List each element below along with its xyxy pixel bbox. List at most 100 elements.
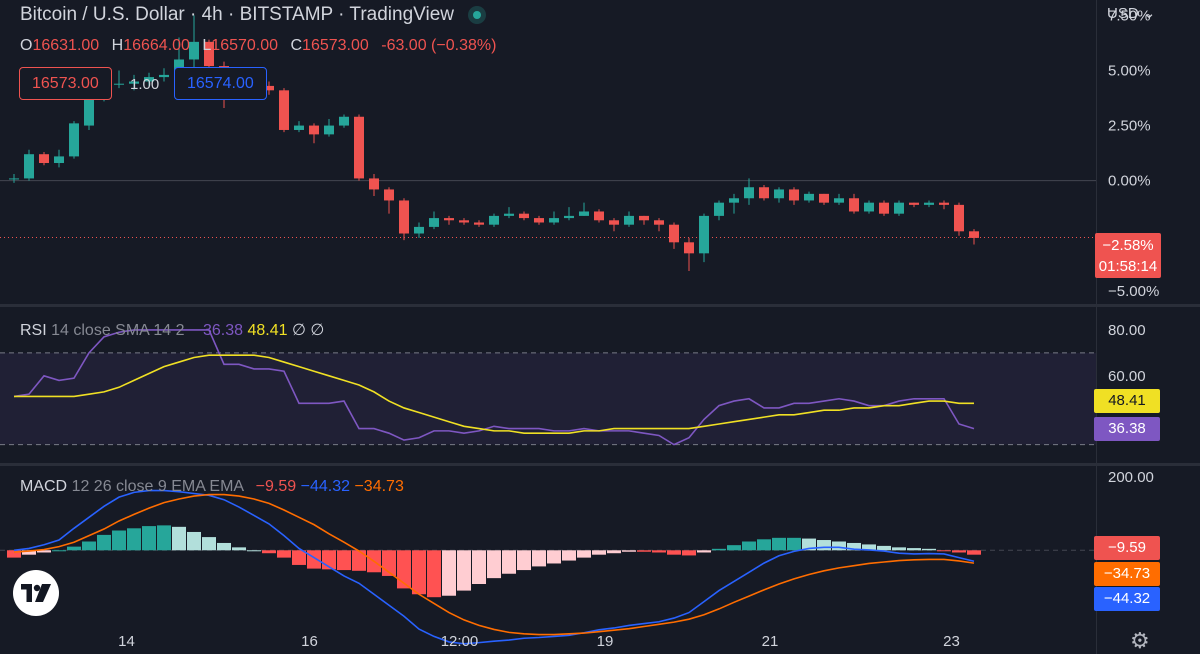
macd-histogram-bar (112, 530, 126, 551)
bar-countdown: 01:58:14 (1098, 258, 1158, 275)
candle-body (924, 202, 934, 205)
rsi-name: RSI (20, 322, 47, 339)
candle (894, 200, 904, 216)
time-axis-tick: 21 (762, 633, 779, 650)
symbol-title[interactable]: Bitcoin / U.S. Dollar · 4h · BITSTAMP · … (20, 4, 454, 26)
candle-body (864, 202, 874, 212)
macd-histogram-bar (157, 525, 171, 551)
candle (564, 207, 574, 221)
candle (339, 114, 349, 128)
tradingview-logo[interactable] (13, 570, 59, 616)
close-value: 16573.00 (302, 37, 369, 54)
buy-button[interactable]: 16574.00 (174, 67, 267, 100)
candle (699, 213, 709, 263)
high-value: 16664.00 (123, 37, 190, 54)
macd-histogram-bar (817, 540, 831, 551)
candle-body (489, 215, 499, 225)
macd-histogram-bar (562, 550, 576, 561)
candle-body (294, 125, 304, 130)
candle-body (504, 213, 514, 216)
candle (654, 218, 664, 232)
candle-body (804, 193, 814, 201)
candle (549, 211, 559, 225)
candle-body (459, 220, 469, 223)
macd-histogram-bar (937, 550, 951, 552)
candle (834, 193, 844, 205)
macd-histogram-bar (622, 550, 636, 552)
macd-histogram-bar (232, 547, 246, 551)
candle (9, 174, 19, 183)
candle-body (54, 156, 64, 164)
candle-body (354, 116, 364, 179)
candle-body (744, 187, 754, 199)
candle-body (789, 189, 799, 201)
candle-body (669, 224, 679, 243)
rsi-legend[interactable]: RSI 14 close SMA 14 2 36.38 48.41 ∅ ∅ (20, 320, 324, 340)
candle (309, 123, 319, 144)
candle (924, 200, 934, 208)
candle (969, 229, 979, 245)
candle-body (609, 220, 619, 225)
candle-body (624, 215, 634, 225)
candle-body (369, 178, 379, 190)
last-price-tag: −2.58% 01:58:14 (1095, 233, 1161, 278)
macd-histogram-bar (442, 550, 456, 596)
low-key: L (202, 37, 212, 54)
candle-body (699, 215, 709, 254)
rsi-tag: 36.38 (1094, 417, 1160, 441)
rsi-axis-tick: 80.00 (1108, 322, 1146, 339)
macd-histogram-bar (637, 550, 651, 552)
macd-histogram-bar (592, 550, 606, 555)
macd-histogram-bar (532, 550, 546, 567)
candle (789, 187, 799, 205)
x-axis[interactable]: 14 16 12:00 19 21 23 (118, 633, 960, 650)
candle (909, 202, 919, 208)
macd-histogram-bar (307, 550, 321, 569)
macd-histogram-bar (427, 550, 441, 598)
rsi-ma-value: 48.41 (247, 322, 288, 339)
chart-title: Bitcoin / U.S. Dollar · 4h · BITSTAMP · … (20, 4, 486, 26)
candle (429, 211, 439, 230)
macd-histogram-bar (247, 550, 261, 552)
rsi-params: 14 close SMA 14 2 (51, 322, 185, 339)
candle (714, 200, 724, 221)
price-axis-tick: 2.50% (1108, 118, 1151, 135)
candle-body (9, 178, 19, 180)
market-open-icon (467, 6, 486, 24)
macd-histogram-bar (262, 550, 276, 554)
candle (354, 114, 364, 181)
candle-body (159, 74, 169, 78)
candle (399, 198, 409, 241)
macd-histogram-bar (877, 545, 891, 551)
rsi-empty-1: ∅ (292, 322, 306, 339)
candle (459, 218, 469, 225)
macd-line-value: −44.32 (300, 478, 350, 495)
candle-body (549, 218, 559, 223)
candle (534, 215, 544, 225)
currency-selector[interactable]: USD ⌄ (1107, 4, 1155, 22)
macd-pane[interactable] (0, 489, 1096, 645)
macd-histogram-bar (892, 547, 906, 551)
macd-histogram-bar (292, 550, 306, 565)
sell-button[interactable]: 16573.00 (19, 67, 112, 100)
macd-histogram-bar (907, 548, 921, 551)
candle (759, 185, 769, 201)
rsi-pane[interactable] (0, 329, 1096, 446)
candle-body (24, 154, 34, 179)
macd-histogram-bar (607, 550, 621, 554)
candle (684, 237, 694, 271)
macd-legend[interactable]: MACD 12 26 close 9 EMA EMA −9.59 −44.32 … (20, 478, 404, 496)
macd-histogram-bar (757, 539, 771, 551)
candle-body (894, 202, 904, 214)
settings-gear-icon[interactable]: ⚙ (1130, 628, 1150, 654)
candle (864, 200, 874, 214)
candle-body (579, 211, 589, 216)
high-key: H (111, 37, 124, 54)
macd-histogram-bar (277, 550, 291, 558)
candle (519, 211, 529, 221)
candle (279, 88, 289, 133)
change-value: -63.00 (−0.38%) (381, 37, 497, 54)
rsi-empty-2: ∅ (310, 322, 325, 339)
macd-histogram-bar (832, 541, 846, 551)
candle-body (684, 242, 694, 254)
